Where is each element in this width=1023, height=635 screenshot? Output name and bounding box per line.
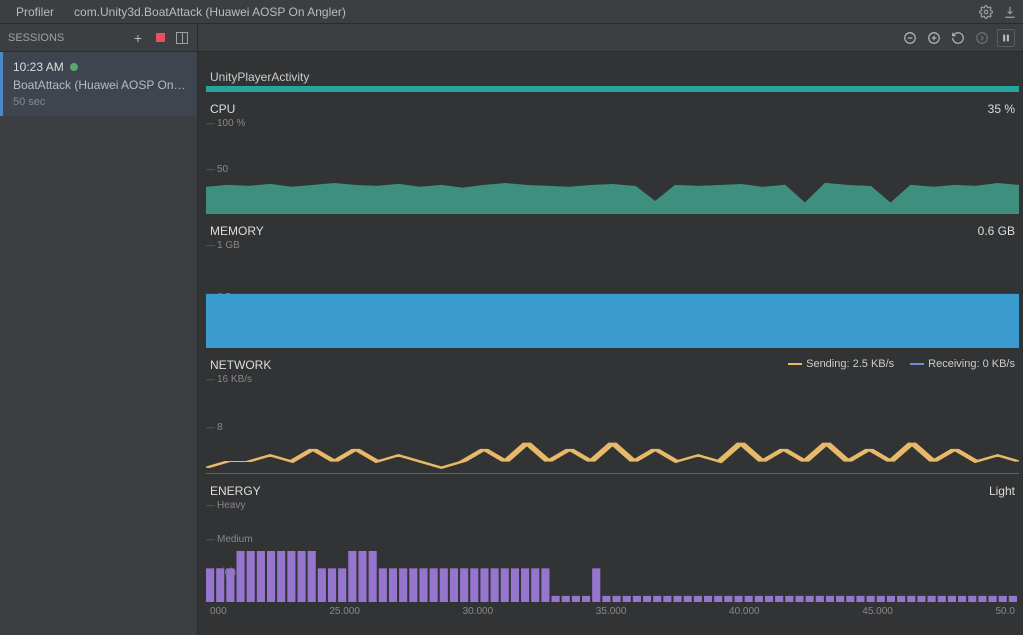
stop-session-icon[interactable] bbox=[153, 31, 167, 45]
zoom-out-icon[interactable] bbox=[901, 29, 919, 47]
add-session-icon[interactable]: + bbox=[131, 31, 145, 45]
pause-button[interactable] bbox=[997, 29, 1015, 47]
cpu-title: CPU bbox=[210, 102, 235, 116]
split-view-icon[interactable] bbox=[175, 31, 189, 45]
chart-toolbar bbox=[198, 24, 1023, 52]
tab-profiler[interactable]: Profiler bbox=[6, 2, 64, 22]
zoom-in-icon[interactable] bbox=[925, 29, 943, 47]
sessions-sidebar: SESSIONS + 10:23 AM BoatAttack (Huawei A… bbox=[0, 24, 198, 635]
session-item[interactable]: 10:23 AM BoatAttack (Huawei AOSP On An..… bbox=[0, 52, 197, 116]
network-chart[interactable]: NETWORK Sending: 2.5 KB/s Receiving: 0 K… bbox=[206, 356, 1023, 474]
memory-value: 0.6 GB bbox=[978, 224, 1015, 238]
energy-chart[interactable]: ENERGY Light Heavy Medium Light bbox=[206, 482, 1023, 602]
memory-title: MEMORY bbox=[210, 224, 264, 238]
activity-bar[interactable] bbox=[206, 86, 1019, 92]
cpu-value: 35 % bbox=[988, 102, 1015, 116]
sessions-label: SESSIONS bbox=[8, 32, 64, 44]
energy-value: Light bbox=[989, 484, 1015, 498]
sessions-header: SESSIONS + bbox=[0, 24, 197, 52]
session-name: BoatAttack (Huawei AOSP On An... bbox=[13, 78, 187, 92]
session-duration: 50 sec bbox=[13, 96, 187, 108]
energy-title: ENERGY bbox=[210, 484, 261, 498]
gear-icon[interactable] bbox=[979, 5, 993, 19]
titlebar: Profiler com.Unity3d.BoatAttack (Huawei … bbox=[0, 0, 1023, 24]
session-time: 10:23 AM bbox=[13, 60, 187, 74]
cpu-chart[interactable]: CPU 35 % 100 % 50 bbox=[206, 100, 1023, 214]
network-title: NETWORK bbox=[210, 358, 271, 372]
legend-receiving: Receiving: 0 KB/s bbox=[910, 358, 1015, 372]
activity-label: UnityPlayerActivity bbox=[210, 70, 1023, 84]
memory-chart[interactable]: MEMORY 0.6 GB 1 GB 0.5 bbox=[206, 222, 1023, 348]
live-indicator-icon bbox=[70, 63, 78, 71]
jump-icon[interactable] bbox=[973, 29, 991, 47]
download-icon[interactable] bbox=[1003, 5, 1017, 19]
chart-area: UnityPlayerActivity CPU 35 % 100 % 50 ME… bbox=[198, 24, 1023, 635]
tab-app[interactable]: com.Unity3d.BoatAttack (Huawei AOSP On A… bbox=[64, 2, 356, 22]
reset-zoom-icon[interactable] bbox=[949, 29, 967, 47]
time-axis: 00025.00030.00035.00040.00045.00050.0 bbox=[206, 604, 1023, 617]
legend-sending: Sending: 2.5 KB/s bbox=[788, 358, 894, 372]
